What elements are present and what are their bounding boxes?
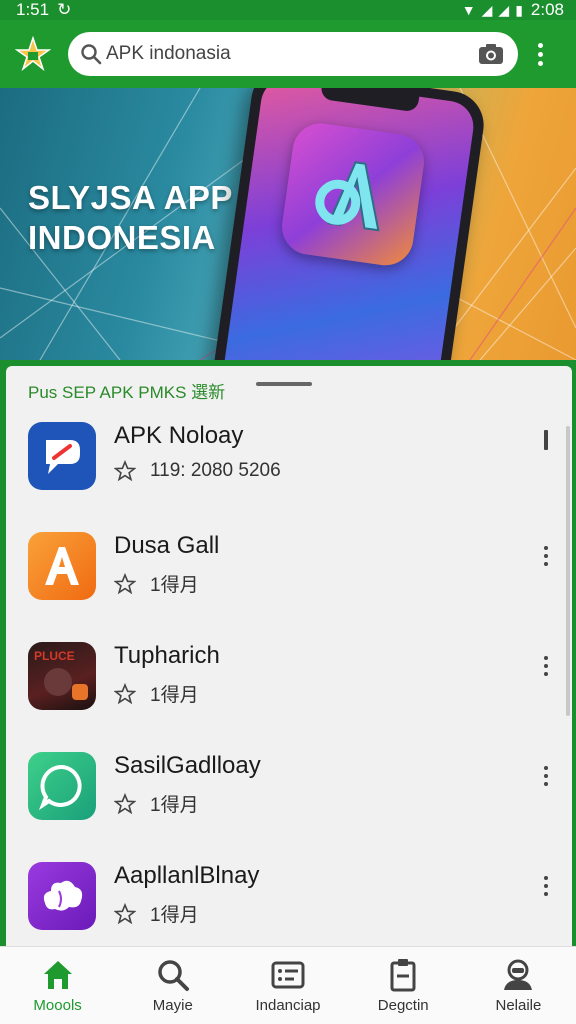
more-options-icon[interactable]: [542, 546, 550, 566]
nav-label: Nelaile: [495, 997, 542, 1014]
nav-item-clipboard[interactable]: Degctin: [346, 947, 461, 1024]
wifi-icon: ▼: [461, 2, 476, 18]
nav-item-home[interactable]: Moools: [0, 947, 115, 1024]
app-logo-illustration-icon: [278, 119, 428, 269]
nav-label: Mayie: [152, 997, 193, 1014]
section-title: Pus SEP APK PMKS 選新: [28, 383, 226, 402]
sync-icon: ↻: [57, 0, 72, 19]
overflow-menu-icon[interactable]: [534, 42, 546, 66]
status-time-right: 2:08: [530, 0, 564, 19]
battery-icon: ▮: [515, 1, 523, 18]
app-name: Dusa Gall: [114, 532, 220, 559]
cloud-blob-icon: [28, 862, 96, 930]
star-icon: [114, 572, 136, 594]
app-name: APK Noloay: [114, 422, 244, 449]
app-name: SasilGadlloay: [114, 752, 261, 779]
row-indicator: [544, 430, 548, 450]
star-icon: [114, 902, 136, 924]
apk-icon: [28, 422, 96, 490]
nav-label: Indanciap: [255, 997, 321, 1014]
nav-label: Degctin: [377, 997, 429, 1014]
app-logo[interactable]: [12, 33, 54, 75]
list-item[interactable]: Dusa Gall 1得月: [6, 532, 572, 632]
app-meta: 119: 2080 5206: [150, 460, 281, 481]
app-list-sheet: Pus SEP APK PMKS 選新 APK Noloay 119: 2080…: [6, 366, 572, 946]
app-name: AapllanlBlnay: [114, 862, 260, 889]
search-icon: [81, 44, 102, 65]
star-logo-icon: [15, 36, 51, 72]
game-art-icon: PLUCE: [28, 642, 96, 710]
app-meta: 1得月: [150, 795, 199, 816]
banner-title: SLYJSA APP INDONESIA: [28, 179, 233, 256]
signal-icon: ◢: [481, 1, 493, 18]
star-icon: [114, 682, 136, 704]
list-item[interactable]: APK Noloay 119: 2080 5206: [6, 422, 572, 522]
more-options-icon[interactable]: [542, 656, 550, 676]
bottom-navigation: Moools Mayie Indanciap Degctin Nelaile: [0, 946, 576, 1024]
nav-item-profile[interactable]: Nelaile: [461, 947, 576, 1024]
home-icon: [43, 961, 72, 989]
list-item[interactable]: AapllanlBlnay 1得月: [6, 862, 572, 946]
more-options-icon[interactable]: [542, 876, 550, 896]
status-bar: 1:51 ↻ ▼ ◢ ◢ ▮ 2:08: [0, 0, 576, 20]
app-meta: 1得月: [150, 575, 199, 596]
app-bar: APK indonasia: [0, 20, 576, 88]
star-icon: [114, 460, 136, 482]
list-card-icon: [271, 961, 305, 989]
svg-text:PLUCE: PLUCE: [34, 649, 75, 663]
drag-handle[interactable]: [256, 382, 312, 386]
search-bar[interactable]: APK indonasia: [68, 32, 518, 76]
app-meta: 1得月: [150, 905, 199, 926]
search-icon: [158, 960, 189, 991]
promo-banner[interactable]: SLYJSA APP INDONESIA: [0, 88, 576, 360]
search-input[interactable]: APK indonasia: [106, 43, 478, 65]
profile-icon: [504, 959, 533, 990]
nav-label: Moools: [33, 997, 82, 1014]
signal-icon-2: ◢: [498, 1, 510, 18]
list-item[interactable]: SasilGadlloay 1得月: [6, 752, 572, 852]
status-time: 1:51: [16, 0, 50, 19]
clipboard-icon: [390, 959, 416, 992]
camera-icon[interactable]: [478, 43, 504, 65]
letter-a-icon: [28, 532, 96, 600]
star-icon: [114, 792, 136, 814]
nav-item-list[interactable]: Indanciap: [230, 947, 345, 1024]
app-name: Tupharich: [114, 642, 220, 669]
chat-bubble-icon: [28, 752, 96, 820]
app-meta: 1得月: [150, 685, 199, 706]
nav-item-search[interactable]: Mayie: [115, 947, 230, 1024]
more-options-icon[interactable]: [542, 766, 550, 786]
list-item[interactable]: PLUCE Tupharich 1得月: [6, 642, 572, 742]
